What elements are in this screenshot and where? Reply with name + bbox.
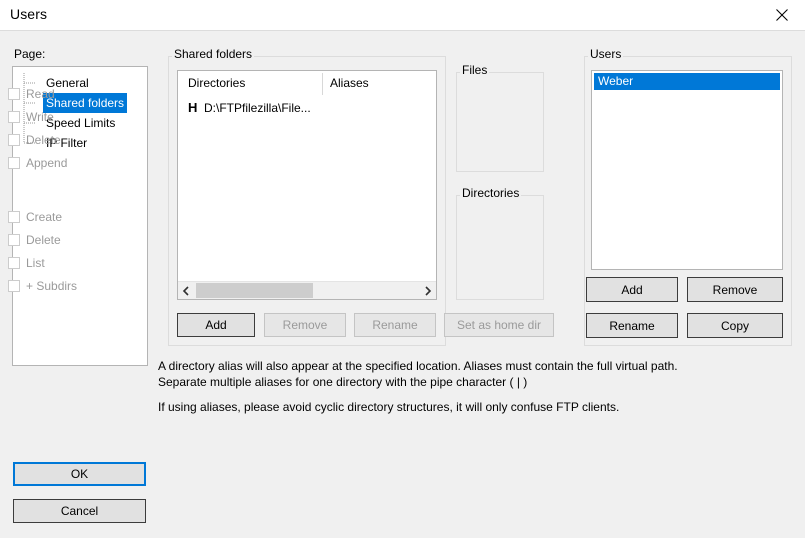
page-tree-label: Page: (12, 47, 48, 61)
column-header-aliases: Aliases (330, 76, 369, 90)
list-item[interactable]: Weber (594, 73, 780, 90)
users-group-label: Users (588, 47, 624, 61)
home-dir-flag: H (188, 100, 198, 115)
window-titlebar: Users (0, 0, 805, 31)
checkbox-dir-list: List (8, 254, 45, 272)
files-permissions-label: Files (460, 63, 490, 77)
column-divider (322, 73, 323, 95)
checkbox-dir-subdirs: + Subdirs (8, 277, 77, 295)
checkbox-icon (8, 280, 20, 292)
directories-list-header: Directories Aliases (178, 71, 436, 97)
window-title: Users (10, 6, 48, 22)
page-tree-item-label: Shared folders (43, 93, 128, 113)
checkbox-icon (8, 234, 20, 246)
checkbox-dir-delete: Delete (8, 231, 61, 249)
shared-folders-remove-button: Remove (264, 313, 346, 337)
cancel-button[interactable]: Cancel (13, 499, 146, 523)
checkbox-label: + Subdirs (26, 279, 78, 293)
column-header-directories: Directories (188, 76, 246, 90)
checkbox-icon (8, 211, 20, 223)
checkbox-dir-create: Create (8, 208, 62, 226)
horizontal-scrollbar[interactable] (178, 281, 436, 299)
page-tree-item-label: Speed Limits (46, 116, 116, 130)
table-row[interactable]: H D:\FTPfilezilla\File... (178, 99, 436, 119)
checkbox-label: Delete (26, 233, 61, 247)
alias-description-line2: If using aliases, please avoid cyclic di… (158, 400, 620, 414)
checkbox-label: Read (26, 87, 55, 101)
ok-button[interactable]: OK (13, 462, 146, 486)
checkbox-file-delete: Delete (8, 131, 61, 149)
checkbox-label: Append (26, 156, 68, 170)
checkbox-label: List (26, 256, 45, 270)
users-remove-button[interactable]: Remove (687, 277, 783, 302)
users-listbox[interactable]: Weber (591, 70, 783, 270)
checkbox-file-read: Read (8, 85, 55, 103)
users-rename-button[interactable]: Rename (586, 313, 678, 338)
users-copy-button[interactable]: Copy (687, 313, 783, 338)
directories-permissions-label: Directories (460, 186, 522, 200)
shared-folders-add-button[interactable]: Add (177, 313, 255, 337)
chevron-right-icon[interactable] (419, 282, 436, 299)
directories-listbox[interactable]: Directories Aliases H D:\FTPfilezilla\Fi… (177, 70, 437, 300)
alias-description-line1: A directory alias will also appear at th… (158, 359, 678, 389)
users-add-button[interactable]: Add (586, 277, 678, 302)
checkbox-icon (8, 111, 20, 123)
files-permissions-group (456, 72, 544, 172)
close-icon[interactable] (759, 0, 805, 29)
directories-permissions-group (456, 195, 544, 300)
checkbox-label: Delete (26, 133, 61, 147)
checkbox-label: Write (26, 110, 54, 124)
set-as-home-dir-button: Set as home dir (444, 313, 554, 337)
shared-folders-rename-button: Rename (354, 313, 436, 337)
shared-folders-group-label: Shared folders (172, 47, 255, 61)
scrollbar-thumb[interactable] (196, 283, 313, 298)
directory-path: D:\FTPfilezilla\File... (204, 101, 311, 115)
checkbox-icon (8, 157, 20, 169)
chevron-left-icon[interactable] (178, 282, 195, 299)
checkbox-icon (8, 134, 20, 146)
checkbox-file-write: Write (8, 108, 54, 126)
checkbox-icon (8, 257, 20, 269)
checkbox-label: Create (26, 210, 63, 224)
checkbox-icon (8, 88, 20, 100)
checkbox-file-append: Append (8, 154, 67, 172)
